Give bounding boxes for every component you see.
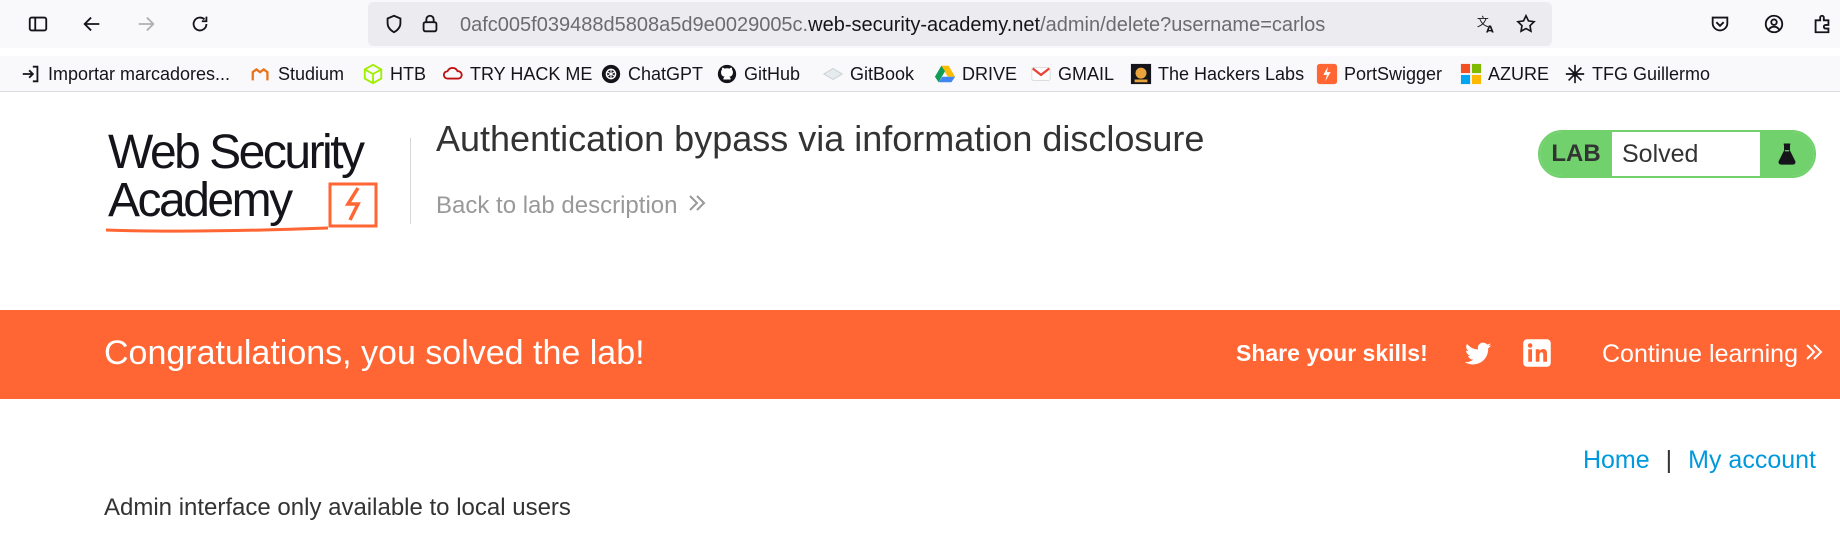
my-account-link[interactable]: My account	[1688, 446, 1816, 475]
bookmark-tfg[interactable]: TFG Guillermo	[1564, 62, 1710, 86]
solved-banner: Congratulations, you solved the lab! Sha…	[0, 310, 1840, 399]
bookmark-chatgpt[interactable]: ChatGPT	[600, 62, 703, 86]
bookmark-hackers-labs[interactable]: The Hackers Labs	[1130, 62, 1304, 86]
bookmark-label: ChatGPT	[628, 63, 704, 84]
bookmark-label: TFG Guillermo	[1592, 63, 1711, 84]
translate-icon[interactable]: 文A	[1470, 8, 1502, 40]
gitbook-icon	[822, 63, 844, 85]
nav-separator: |	[1665, 446, 1673, 474]
extensions-icon[interactable]	[1806, 8, 1838, 40]
logo-divider	[410, 138, 411, 224]
tfg-icon	[1564, 63, 1586, 85]
bookmark-label: AZURE	[1488, 63, 1550, 84]
linkedin-icon[interactable]	[1522, 338, 1552, 368]
bookmark-htb[interactable]: HTB	[362, 62, 426, 86]
bookmark-label: The Hackers Labs	[1158, 63, 1305, 84]
reload-icon[interactable]	[184, 8, 216, 40]
gmail-icon	[1030, 63, 1052, 85]
bookmark-label: GitBook	[850, 63, 915, 84]
pocket-icon[interactable]	[1704, 8, 1736, 40]
home-link[interactable]: Home	[1583, 446, 1650, 475]
htb-icon	[362, 63, 384, 85]
url-domain: web-security-academy.net	[808, 14, 1041, 36]
bookmark-tryhackme[interactable]: TRY HACK ME	[442, 62, 592, 86]
address-bar[interactable]: 0afc005f039488d5808a5d9e0029005c.web-sec…	[368, 2, 1552, 46]
bookmark-label: GMAIL	[1058, 63, 1115, 84]
url-text[interactable]: 0afc005f039488d5808a5d9e0029005c.web-sec…	[460, 14, 1325, 37]
studium-icon	[250, 63, 272, 85]
bookmark-label: Studium	[278, 63, 345, 84]
page-nav: Home | My account	[1583, 446, 1816, 475]
bookmark-label: HTB	[390, 63, 426, 84]
continue-learning-label: Continue learning	[1602, 340, 1798, 368]
browser-toolbar: 0afc005f039488d5808a5d9e0029005c.web-sec…	[0, 0, 1840, 48]
bookmark-portswigger[interactable]: PortSwigger	[1316, 62, 1442, 86]
drive-icon	[934, 63, 956, 85]
admin-message: Admin interface only available to local …	[104, 494, 571, 521]
web-security-academy-logo[interactable]: Web Security Academy	[104, 126, 414, 236]
chatgpt-icon	[600, 63, 622, 85]
account-icon[interactable]	[1758, 8, 1790, 40]
import-icon	[20, 63, 42, 85]
lock-icon[interactable]	[414, 8, 446, 40]
share-skills-label: Share your skills!	[1236, 340, 1428, 366]
bookmark-import[interactable]: Importar marcadores...	[20, 62, 230, 86]
bookmark-github[interactable]: GitHub	[716, 62, 800, 86]
lab-status-widget: LAB Solved	[1538, 130, 1816, 178]
svg-text:Web Security: Web Security	[108, 126, 365, 179]
flask-icon	[1760, 132, 1814, 176]
svg-text:A: A	[1486, 24, 1494, 35]
azure-icon	[1460, 63, 1482, 85]
double-chevron-right-icon	[687, 192, 707, 220]
tryhackme-icon	[442, 63, 464, 85]
continue-learning-link[interactable]: Continue learning	[1602, 340, 1824, 369]
lab-status-tag: LAB	[1540, 132, 1612, 176]
twitter-icon[interactable]	[1462, 338, 1494, 370]
shield-icon[interactable]	[378, 8, 410, 40]
forward-icon[interactable]	[130, 8, 162, 40]
bookmark-gmail[interactable]: GMAIL	[1030, 62, 1114, 86]
bookmark-label: GitHub	[744, 63, 801, 84]
bookmark-studium[interactable]: Studium	[250, 62, 344, 86]
lab-title: Authentication bypass via information di…	[436, 118, 1205, 159]
bookmark-label: Importar marcadores...	[48, 63, 231, 84]
url-path: /admin/delete?username=carlos	[1040, 14, 1326, 36]
bookmark-star-icon[interactable]	[1510, 8, 1542, 40]
url-subdomain: 0afc005f039488d5808a5d9e0029005c.	[460, 14, 809, 36]
bookmark-label: PortSwigger	[1344, 63, 1443, 84]
back-to-lab-link[interactable]: Back to lab description	[436, 192, 707, 220]
bookmark-gitbook[interactable]: GitBook	[822, 62, 914, 86]
hackers-labs-icon	[1130, 63, 1152, 85]
congratulations-message: Congratulations, you solved the lab!	[104, 334, 645, 372]
sidebar-icon[interactable]	[22, 8, 54, 40]
bookmark-drive[interactable]: DRIVE	[934, 62, 1017, 86]
bookmark-label: TRY HACK ME	[470, 63, 593, 84]
github-icon	[716, 63, 738, 85]
svg-text:Academy: Academy	[108, 174, 293, 227]
bookmarks-bar: Importar marcadores... Studium HTB TRY H…	[0, 56, 1840, 92]
back-icon[interactable]	[76, 8, 108, 40]
lab-status-value: Solved	[1612, 132, 1760, 176]
bookmark-label: DRIVE	[962, 63, 1018, 84]
double-chevron-right-icon	[1804, 340, 1824, 369]
bookmark-azure[interactable]: AZURE	[1460, 62, 1549, 86]
portswigger-icon	[1316, 63, 1338, 85]
back-to-lab-label: Back to lab description	[436, 192, 678, 219]
